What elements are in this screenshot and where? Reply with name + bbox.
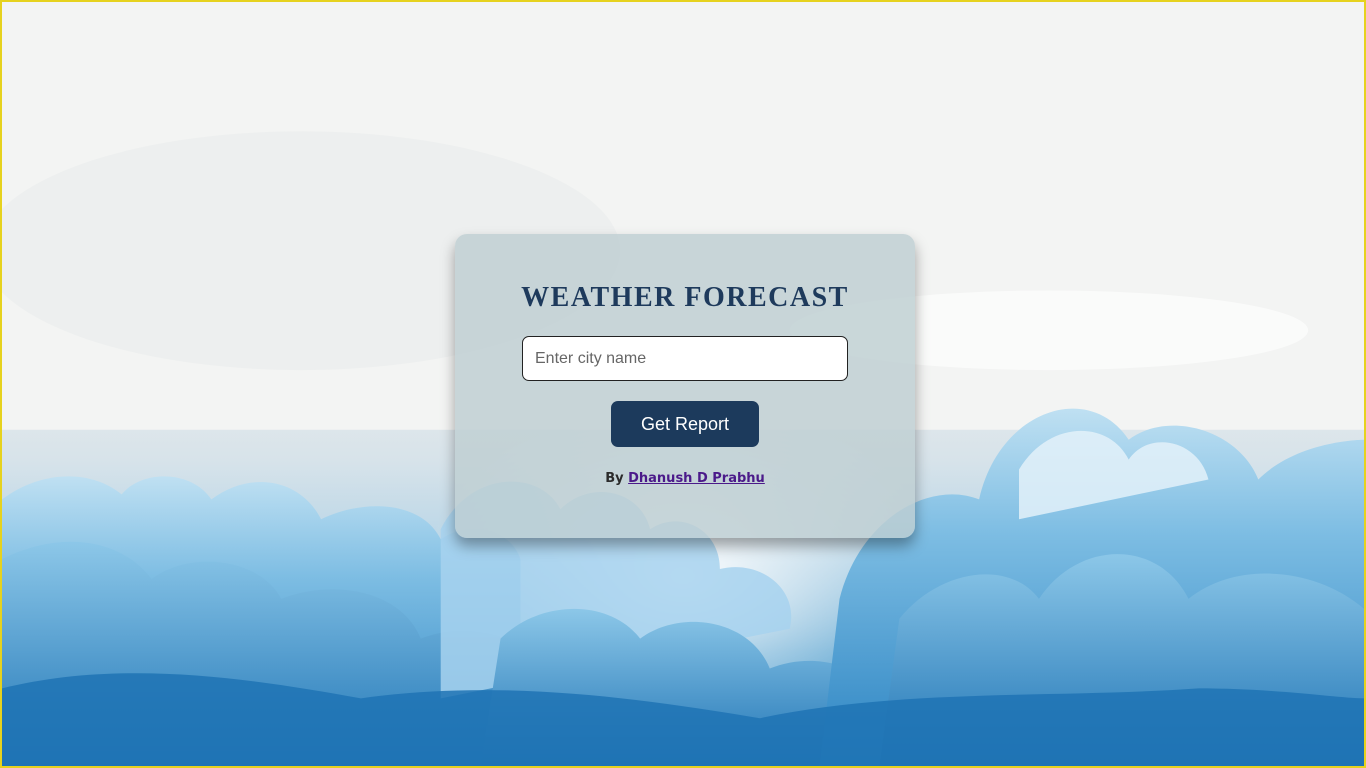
- get-report-button[interactable]: Get Report: [611, 401, 759, 447]
- page-title: WEATHER FORECAST: [521, 282, 849, 313]
- credit-prefix: By: [605, 471, 624, 486]
- weather-search-card: WEATHER FORECAST Get Report By Dhanush D…: [455, 234, 915, 538]
- page-frame: WEATHER FORECAST Get Report By Dhanush D…: [0, 0, 1366, 768]
- author-link[interactable]: Dhanush D Prabhu: [628, 471, 765, 486]
- author-credit: By Dhanush D Prabhu: [455, 471, 915, 486]
- city-name-input[interactable]: [522, 336, 848, 381]
